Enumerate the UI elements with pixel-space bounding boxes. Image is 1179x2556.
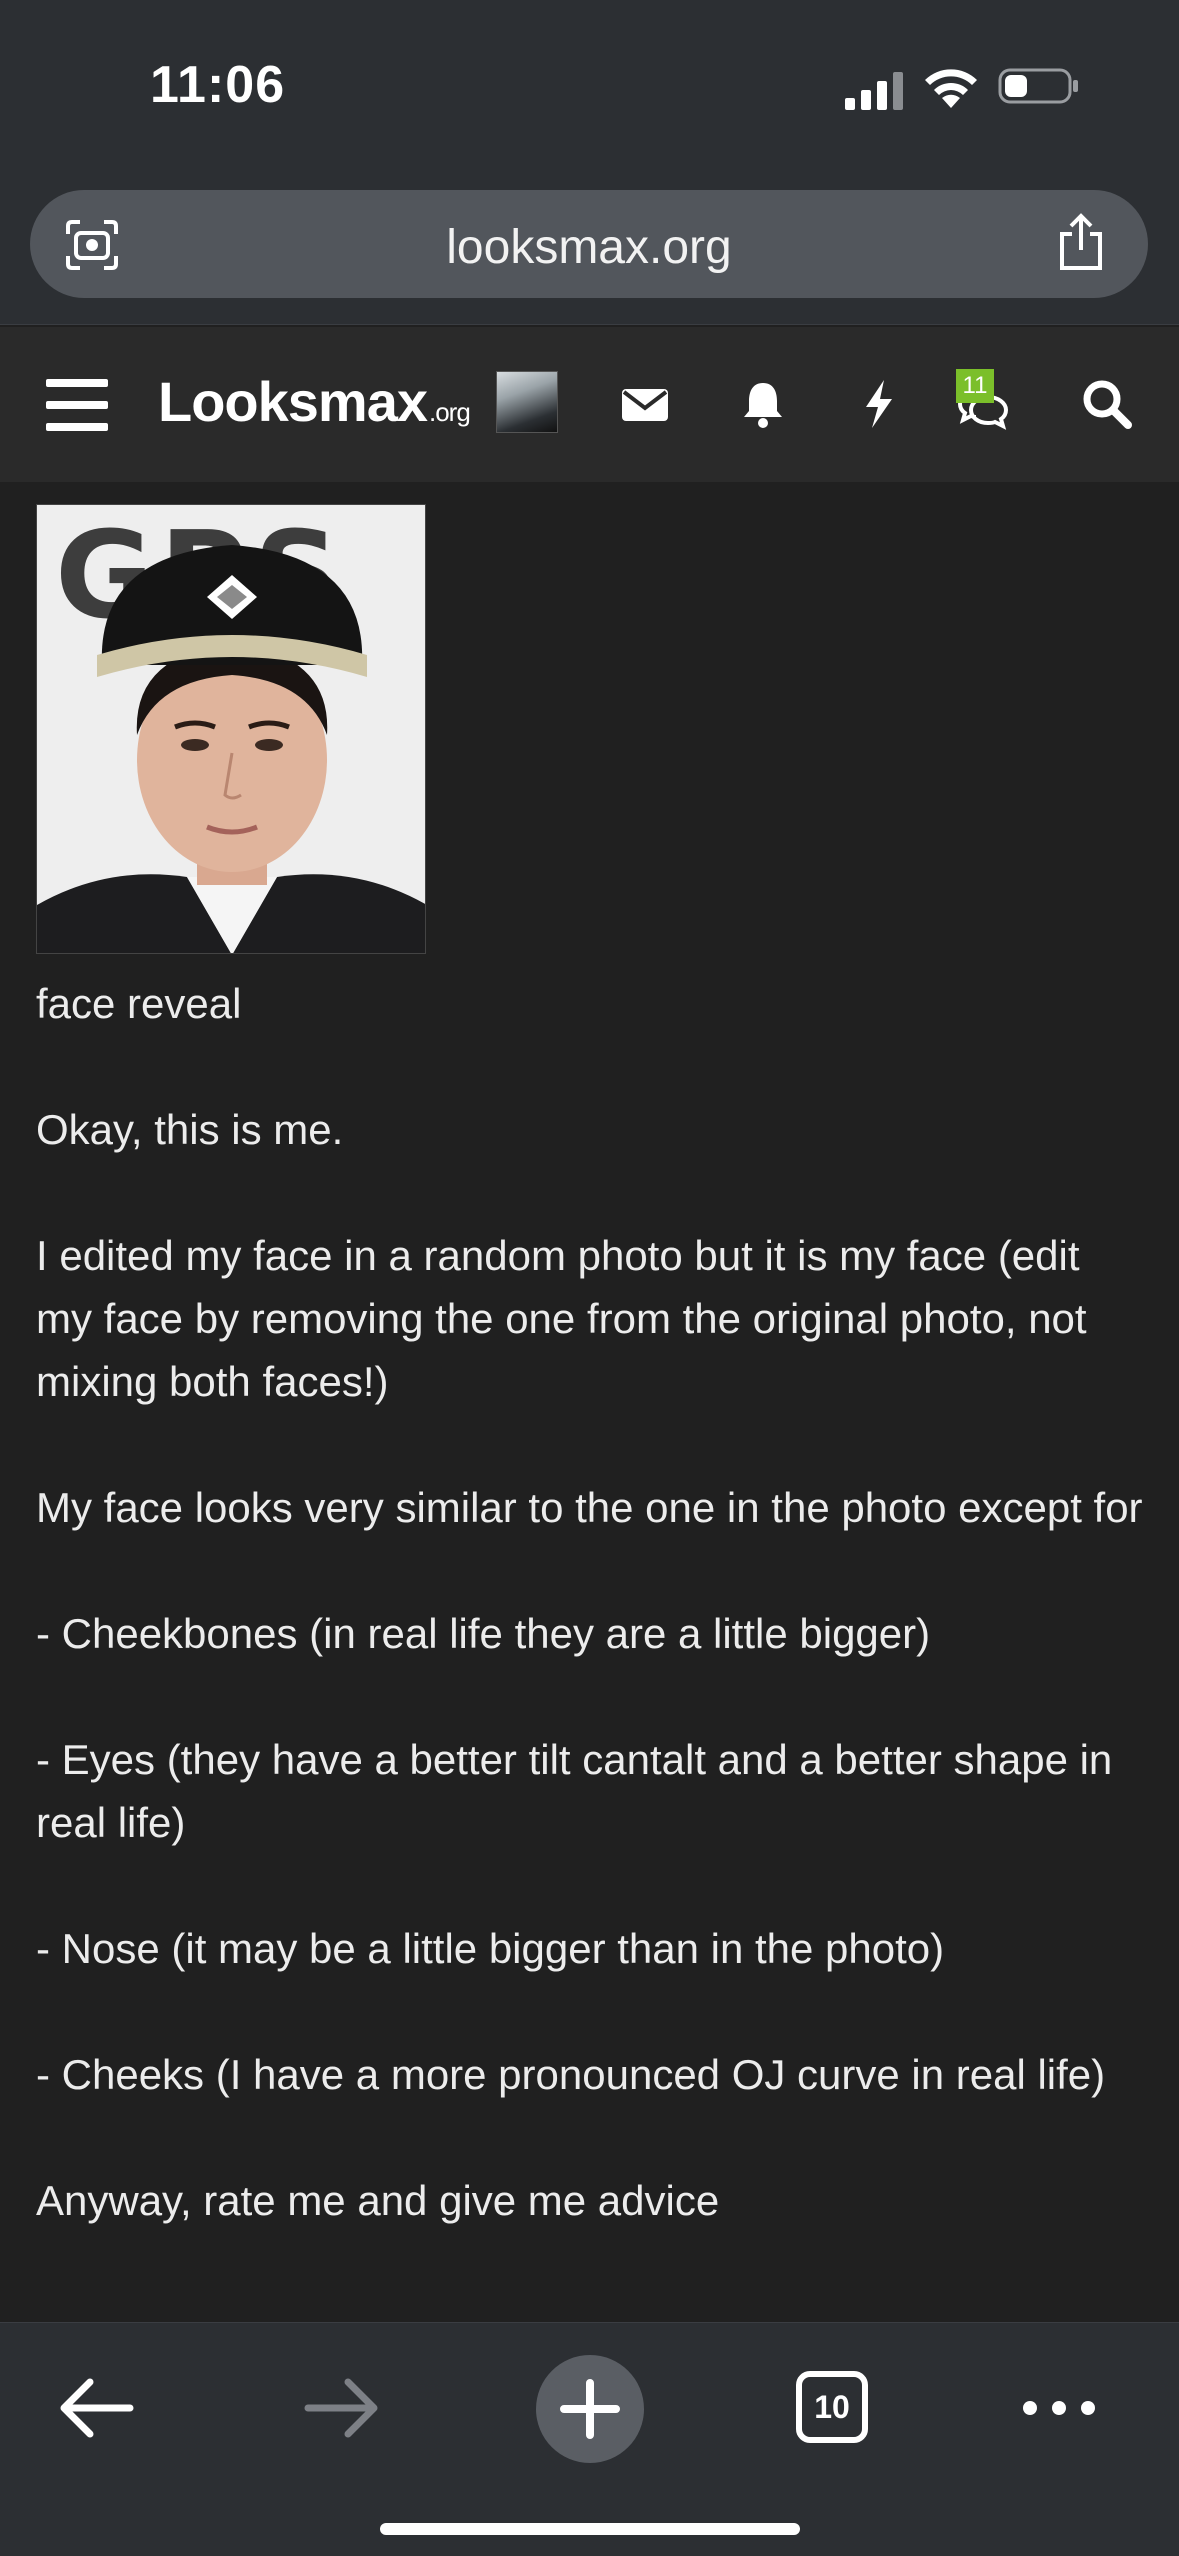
post-list-item: - Cheekbones (in real life they are a li…	[36, 1610, 931, 1657]
search-icon[interactable]	[1080, 377, 1134, 431]
post-paragraph: My face looks very similar to the one in…	[36, 1484, 1143, 1531]
url-text[interactable]: looksmax.org	[30, 220, 1148, 275]
site-logo[interactable]: Looksmax.org	[158, 369, 471, 434]
forward-arrow-icon[interactable]	[298, 2363, 388, 2453]
post-caption: face reveal	[36, 980, 242, 1027]
post-paragraph: Okay, this is me.	[36, 1106, 344, 1153]
portrait-illustration: GPS	[37, 505, 425, 953]
browser-address-area: looksmax.org	[0, 175, 1179, 325]
plus-icon	[560, 2379, 620, 2439]
share-icon[interactable]	[1054, 212, 1108, 272]
bell-icon[interactable]	[736, 377, 790, 431]
status-time: 11:06	[150, 56, 286, 114]
post-body: face reveal Okay, this is me. I edited m…	[36, 972, 1146, 2232]
site-header: Looksmax.org 11	[0, 327, 1179, 482]
post-paragraph: I edited my face in a random photo but i…	[36, 1232, 1087, 1405]
tabs-icon[interactable]: 10	[796, 2371, 868, 2443]
post-content: GPS face reveal Oka	[0, 482, 1179, 2322]
post-photo[interactable]: GPS	[36, 504, 426, 954]
bolt-icon[interactable]	[852, 377, 906, 431]
post-list-item: - Eyes (they have a better tilt cantalt …	[36, 1736, 1113, 1846]
avatar[interactable]	[496, 371, 558, 433]
post-paragraph: Anyway, rate me and give me advice	[36, 2177, 720, 2224]
new-tab-button[interactable]	[536, 2355, 644, 2463]
cellular-signal-icon	[845, 72, 903, 110]
post-list-item: - Nose (it may be a little bigger than i…	[36, 1925, 945, 1972]
chat-badge: 11	[956, 369, 994, 403]
back-arrow-icon[interactable]	[50, 2363, 140, 2453]
browser-toolbar: 10	[0, 2322, 1179, 2556]
status-bar: 11:06	[0, 0, 1179, 175]
menu-icon[interactable]	[46, 379, 108, 431]
more-icon[interactable]	[1014, 2363, 1104, 2453]
mail-icon[interactable]	[618, 377, 672, 431]
address-bar[interactable]: looksmax.org	[30, 190, 1148, 298]
post-list-item: - Cheeks (I have a more pronounced OJ cu…	[36, 2051, 1106, 2098]
home-indicator[interactable]	[380, 2523, 800, 2535]
battery-icon	[998, 68, 1078, 104]
wifi-icon	[925, 69, 977, 108]
